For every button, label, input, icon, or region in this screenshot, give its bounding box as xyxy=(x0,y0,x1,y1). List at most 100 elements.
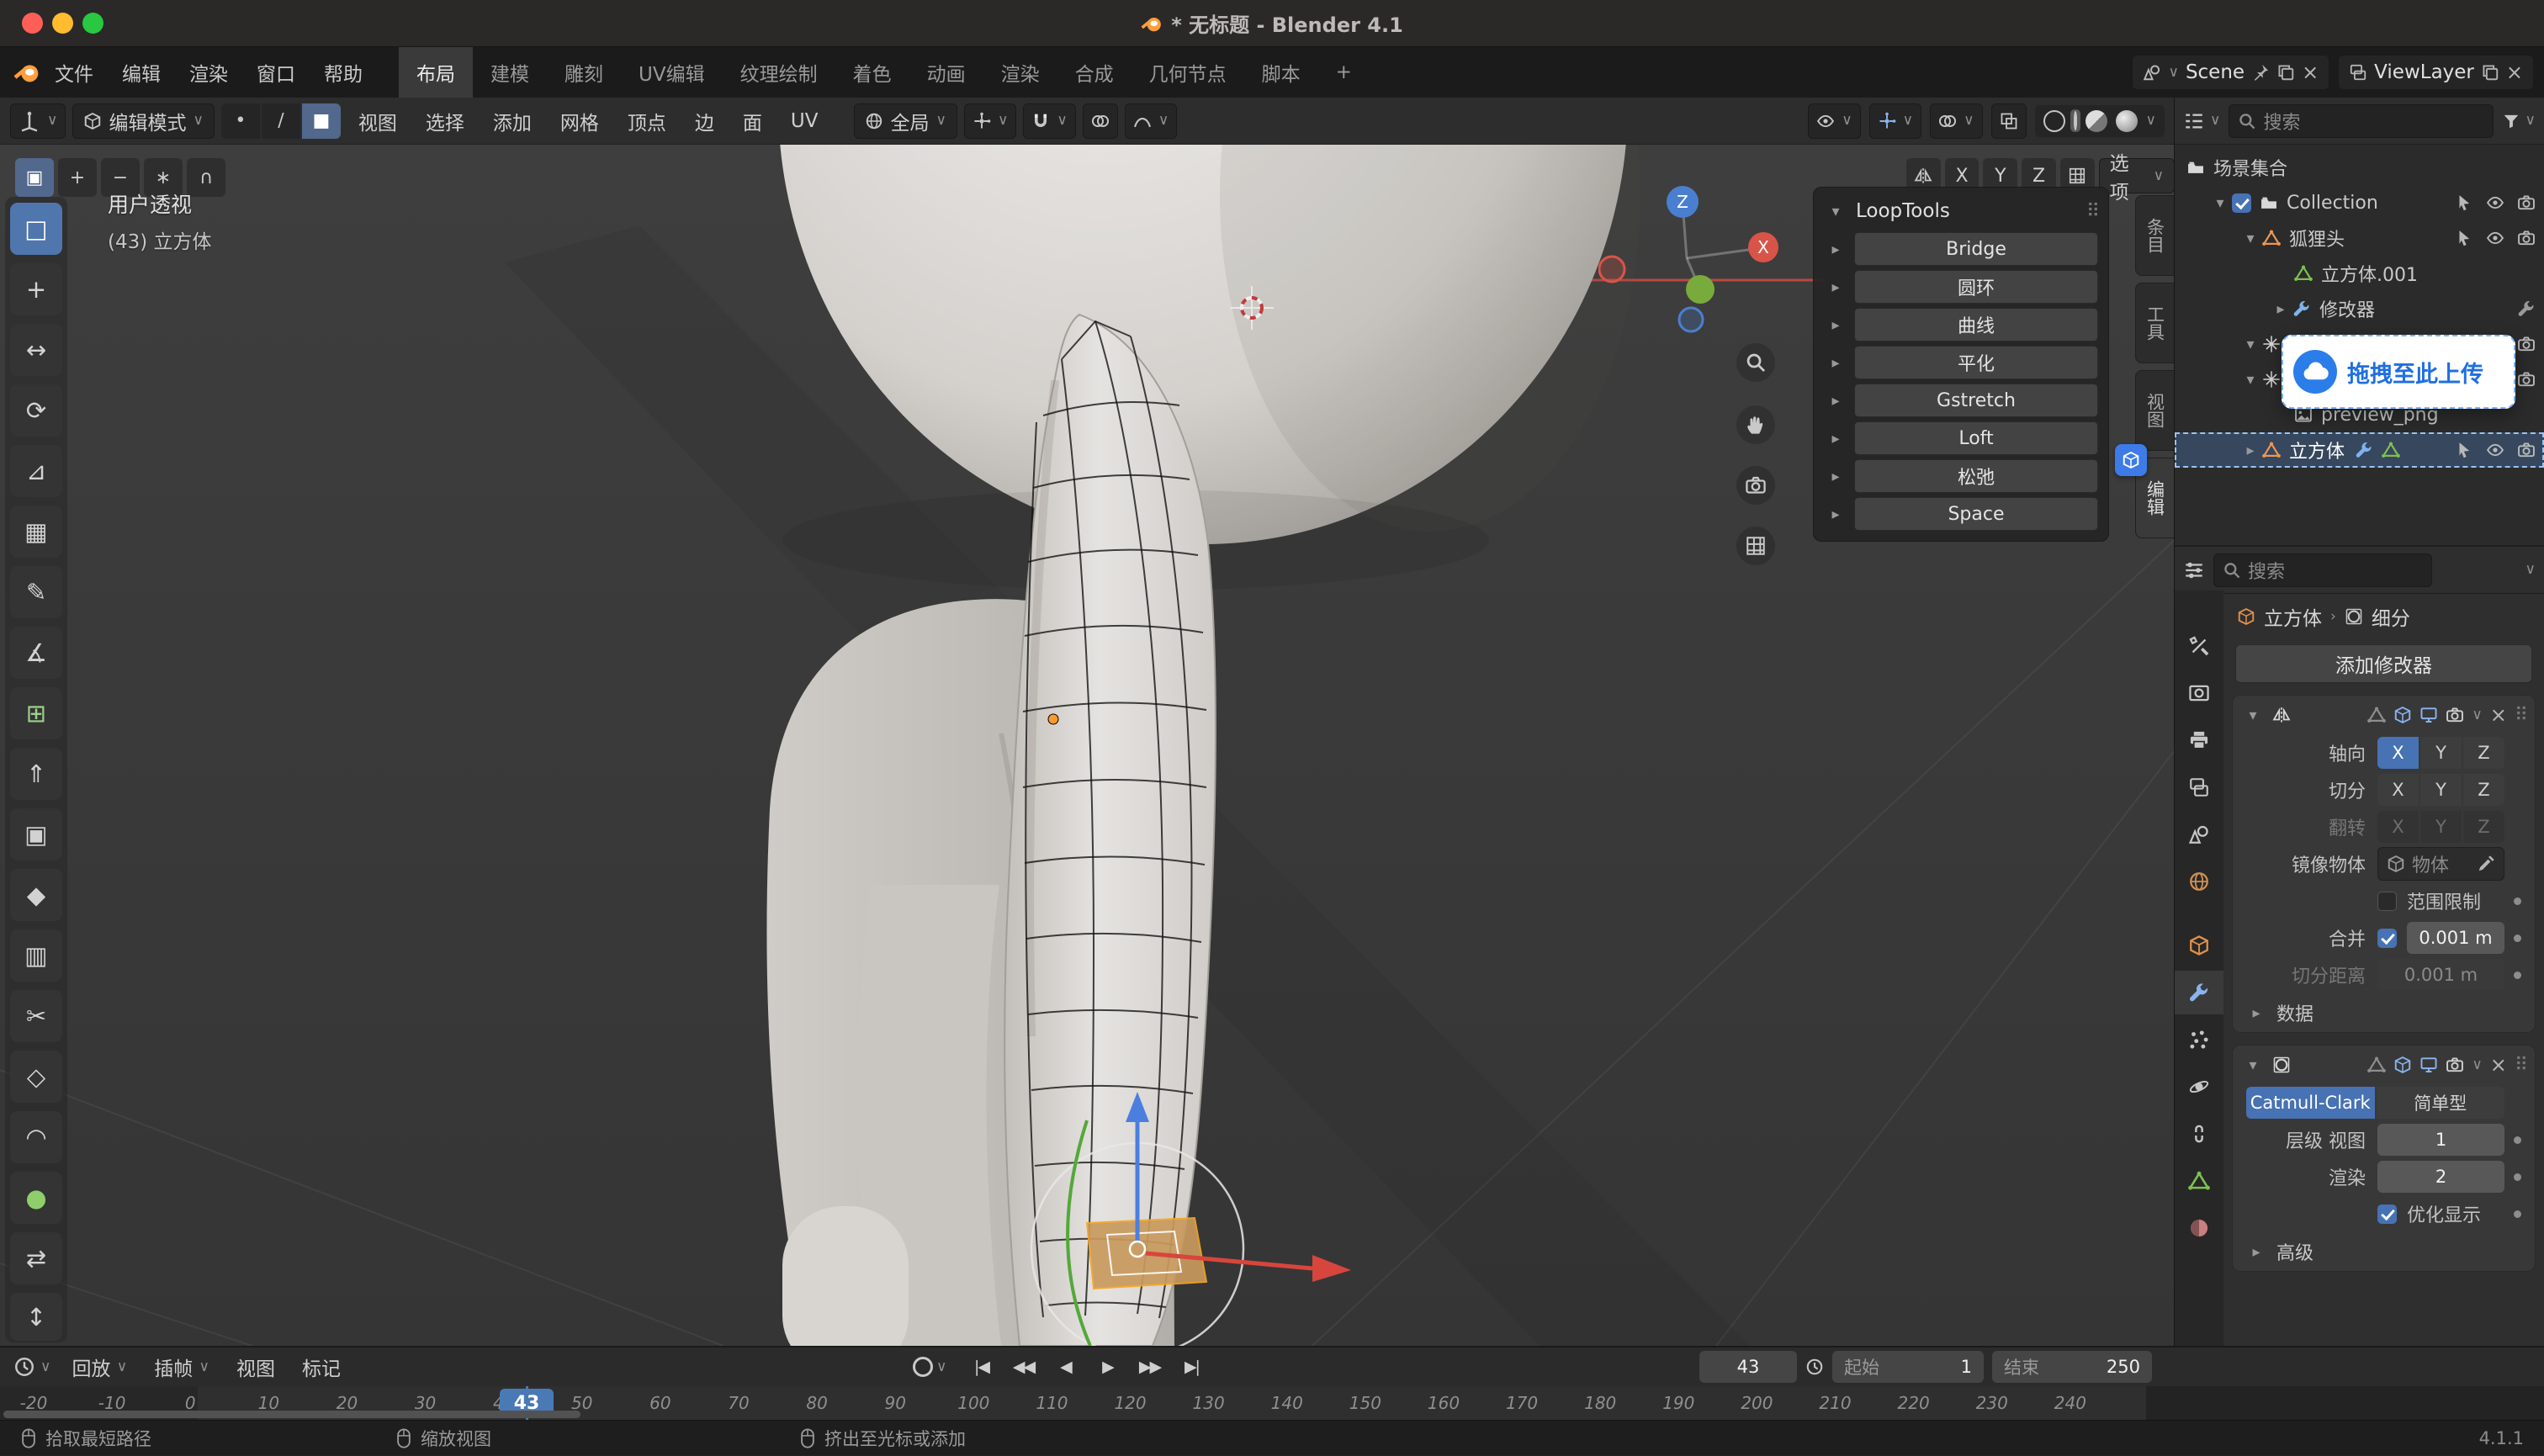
menu-playback[interactable]: 回放 ∨ xyxy=(61,1347,138,1386)
viewlayer-selector[interactable]: ViewLayer × xyxy=(2338,55,2534,90)
merge-threshold-field[interactable]: 0.001 m xyxy=(2407,922,2504,954)
menu-face[interactable]: 面 xyxy=(732,98,773,145)
display-on-cage-toggle[interactable] xyxy=(2367,706,2386,724)
outliner-editor-selector[interactable]: ∨ xyxy=(2183,110,2220,132)
visibility-dropdown[interactable]: ∨ xyxy=(1808,103,1860,139)
flip-x-button[interactable]: X xyxy=(2377,811,2419,843)
sidebar-tab-tool[interactable]: 工具 xyxy=(2135,283,2174,363)
properties-search-input[interactable]: 搜索 xyxy=(2213,553,2432,587)
chevron-down-icon[interactable]: ∨ xyxy=(2525,563,2536,577)
tab-scene[interactable] xyxy=(2175,813,2223,856)
sidebar-tab-view[interactable]: 视图 xyxy=(2135,370,2174,451)
workspace-tab-compositing[interactable]: 合成 xyxy=(1057,47,1132,98)
tab-material[interactable] xyxy=(2175,1206,2223,1250)
xray-toggle[interactable] xyxy=(1991,103,2027,139)
sidebar-tab-item[interactable]: 条目 xyxy=(2135,195,2174,276)
expand-icon[interactable]: ▸ xyxy=(1824,354,1847,372)
display-edit-mode-toggle[interactable] xyxy=(2393,706,2412,724)
breadcrumb-object[interactable]: 立方体 xyxy=(2264,602,2322,631)
tool-add-cube[interactable]: ⊞ xyxy=(10,687,62,739)
select-mode-vertex-button[interactable]: • xyxy=(221,103,260,139)
camera-icon[interactable] xyxy=(2517,441,2536,459)
pivot-point-selector[interactable]: ∨ xyxy=(964,103,1016,139)
workspace-tab-texture-paint[interactable]: 纹理绘制 xyxy=(723,47,835,98)
minimize-window-button[interactable] xyxy=(52,13,73,34)
expand-icon[interactable]: ▸ xyxy=(2269,300,2292,318)
eyedropper-icon[interactable] xyxy=(2477,855,2495,873)
display-on-cage-toggle[interactable] xyxy=(2367,1056,2386,1074)
flip-z-button[interactable]: Z xyxy=(2463,811,2504,843)
looptools-bridge-button[interactable]: Bridge xyxy=(1854,232,2098,266)
catmull-clark-button[interactable]: Catmull-Clark xyxy=(2246,1087,2375,1119)
looptools-loft-button[interactable]: Loft xyxy=(1854,421,2098,455)
mirror-data-subpanel[interactable]: ▸ 数据 xyxy=(2233,993,2535,1032)
outliner-row-modifiers[interactable]: ▸ 修改器 xyxy=(2175,291,2544,326)
render-levels-field[interactable]: 2 xyxy=(2377,1161,2504,1193)
menu-uv[interactable]: UV xyxy=(780,98,829,145)
current-frame-field[interactable]: 43 xyxy=(1699,1351,1797,1383)
shading-wireframe-button[interactable] xyxy=(2043,110,2065,132)
scene-selector[interactable]: ∨ Scene × xyxy=(2132,55,2329,90)
collapse-icon[interactable]: ▾ xyxy=(2241,707,2265,724)
display-edit-mode-toggle[interactable] xyxy=(2393,1056,2412,1074)
display-realtime-toggle[interactable] xyxy=(2419,706,2438,724)
shading-solid-button[interactable] xyxy=(2070,109,2080,132)
looptools-circle-button[interactable]: 圆环 xyxy=(1854,270,2098,304)
workspace-tab-animation[interactable]: 动画 xyxy=(909,47,983,98)
properties-editor-selector[interactable] xyxy=(2183,559,2205,581)
workspace-tab-rendering[interactable]: 渲染 xyxy=(983,47,1057,98)
select-set-button[interactable]: ▣ xyxy=(15,158,54,197)
looptools-gstretch-button[interactable]: Gstretch xyxy=(1854,384,2098,417)
display-realtime-toggle[interactable] xyxy=(2419,1056,2438,1074)
outliner-row-fox-head[interactable]: ▾ 狐狸头 xyxy=(2175,220,2544,256)
menu-select[interactable]: 选择 xyxy=(415,98,475,145)
camera-icon[interactable] xyxy=(2517,335,2536,353)
tool-cursor[interactable]: + xyxy=(10,263,62,315)
start-frame-field[interactable]: 起始 1 xyxy=(1832,1351,1984,1383)
tool-bevel[interactable]: ◆ xyxy=(10,869,62,921)
eye-icon[interactable] xyxy=(2486,229,2504,247)
menu-marker[interactable]: 标记 xyxy=(291,1347,352,1386)
axis-negative-z-ball[interactable] xyxy=(1679,308,1703,331)
outliner-filter-button[interactable]: ∨ xyxy=(2502,112,2536,130)
outliner-row-cube-selected[interactable]: ▸ 立方体 xyxy=(2175,432,2544,468)
tab-physics[interactable] xyxy=(2175,1065,2223,1109)
tab-object[interactable] xyxy=(2175,924,2223,967)
next-keyframe-button[interactable]: ▶▶ xyxy=(1130,1350,1169,1384)
tool-inset-faces[interactable]: ▣ xyxy=(10,808,62,860)
menu-window[interactable]: 窗口 xyxy=(242,47,310,98)
collapse-icon[interactable]: ▾ xyxy=(2241,1056,2265,1074)
drag-handle-icon[interactable]: ⠿ xyxy=(2086,201,2098,222)
expand-icon[interactable]: ▾ xyxy=(2239,371,2262,389)
expand-icon[interactable]: ▾ xyxy=(2239,336,2262,353)
viewport-canvas[interactable]: ▣ + − ∗ ∩ X Y Z 选项 ∨ 用户透视 (43) 立方体 □ + ↔… xyxy=(0,145,2175,1346)
levels-viewport-field[interactable]: 1 xyxy=(2377,1124,2504,1156)
selected-vertex[interactable] xyxy=(1048,714,1058,724)
tool-edge-slide[interactable]: ⇄ xyxy=(10,1232,62,1284)
timeline-scrollbar[interactable] xyxy=(3,1411,580,1418)
toggle-orthographic-button[interactable] xyxy=(1736,527,1775,565)
collection-checkbox[interactable] xyxy=(2232,193,2251,213)
menu-add[interactable]: 添加 xyxy=(482,98,543,145)
zoom-window-button[interactable] xyxy=(82,13,103,34)
looptools-relax-button[interactable]: 松弛 xyxy=(1854,459,2098,493)
bisect-distance-field[interactable]: 0.001 m xyxy=(2377,959,2504,991)
blender-menu-button[interactable] xyxy=(13,59,40,86)
menu-help[interactable]: 帮助 xyxy=(310,47,377,98)
tool-loop-cut[interactable]: ▥ xyxy=(10,929,62,982)
tool-annotate[interactable]: ✎ xyxy=(10,566,62,618)
mode-selector[interactable]: 编辑模式 ∨ xyxy=(72,103,214,139)
expand-icon[interactable]: ▸ xyxy=(2239,442,2262,459)
play-button[interactable]: ▶ xyxy=(1088,1350,1126,1384)
workspace-tab-modeling[interactable]: 建模 xyxy=(473,47,547,98)
collapse-icon[interactable]: ▾ xyxy=(1824,203,1847,220)
camera-view-button[interactable] xyxy=(1736,466,1775,505)
selectable-icon[interactable] xyxy=(2455,441,2473,459)
camera-icon[interactable] xyxy=(2517,229,2536,247)
shading-rendered-button[interactable] xyxy=(2116,110,2138,132)
bisect-y-button[interactable]: Y xyxy=(2420,774,2462,806)
outliner-row-collection[interactable]: ▾ Collection xyxy=(2175,185,2544,220)
tab-particles[interactable] xyxy=(2175,1018,2223,1062)
proportional-falloff-selector[interactable]: ∨ xyxy=(1125,103,1177,139)
optimal-display-checkbox[interactable] xyxy=(2377,1205,2397,1224)
